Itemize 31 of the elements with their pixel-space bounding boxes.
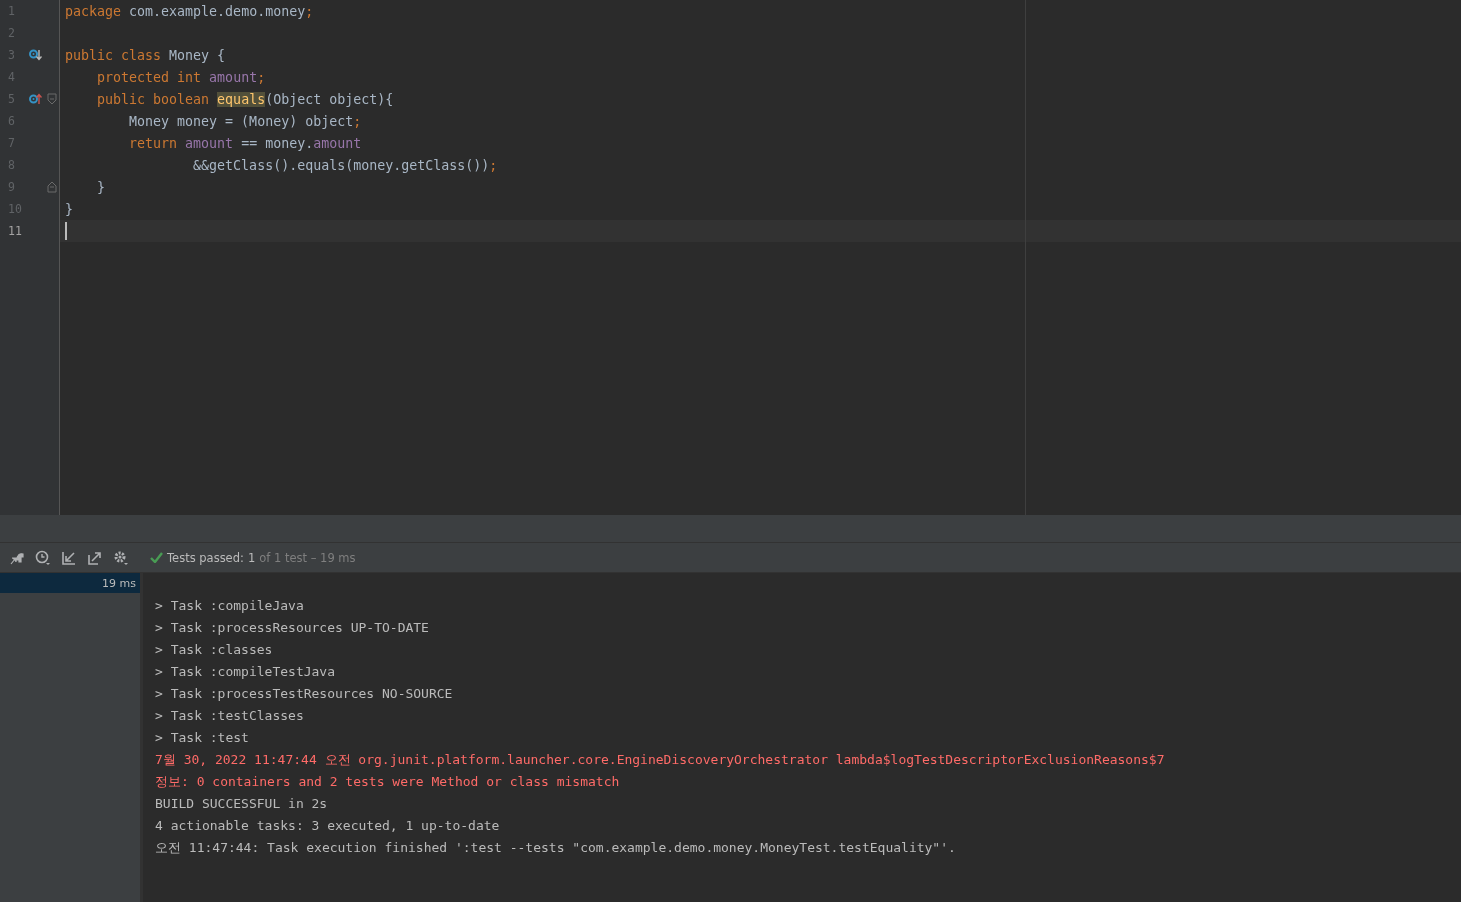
console-line: BUILD SUCCESSFUL in 2s [155, 795, 329, 813]
console-line: > Task :classes [155, 641, 274, 659]
code-line: public boolean equals(Object object){ [96, 91, 394, 107]
fold-icon[interactable] [47, 181, 57, 193]
console-line: > Task :processTestResources NO-SOURCE [155, 685, 454, 703]
console-line: 정보: 0 containers and 2 tests were Method or class mismatch [155, 773, 621, 791]
code-line: &&getClass().equals(money.getClass()); [192, 157, 498, 173]
code-line: protected int amount; [96, 69, 266, 85]
code-line: package com.example.demo.money; [65, 3, 314, 19]
test-tree-row[interactable]: 19 ms [0, 573, 140, 593]
console-line: > Task :processResources UP-TO-DATE [155, 619, 430, 637]
line-number: 11 [7, 224, 22, 238]
console-line: 4 actionable tasks: 3 executed, 1 up-to-date [155, 817, 501, 835]
fold-icon[interactable] [47, 93, 57, 105]
code-line: } [65, 201, 73, 217]
text-caret [65, 222, 67, 240]
console-line: > Task :compileTestJava [155, 663, 336, 681]
console-line: 7월 30, 2022 11:47:44 오전 org.junit.platform.launcher.core.EngineDiscoveryOrchestrator lambda$logTestDescriptorExclusionReasons$7 [155, 751, 1166, 769]
code-line: return amount == money.amount [128, 135, 362, 151]
code-line: } [96, 179, 106, 195]
code-line: public class Money { [65, 47, 226, 63]
console-line: 오전 11:47:44: Task execution finished ':test --tests "com.example.demo.money.MoneyTest.testEquality"'. [155, 839, 957, 857]
overrides-marker-icon[interactable] [29, 92, 42, 106]
tests-passed-count: 1 [247, 550, 256, 565]
console-line: > Task :testClasses [155, 707, 305, 725]
console-line: > Task :compileJava [155, 597, 305, 615]
console-line: > Task :test [155, 729, 250, 747]
tests-status-label: Tests passed: [167, 550, 244, 565]
implemented-marker-icon[interactable] [29, 48, 42, 62]
tests-status-detail: of 1 test – 19 ms [259, 550, 356, 565]
code-line: Money money = (Money) object; [128, 113, 362, 129]
